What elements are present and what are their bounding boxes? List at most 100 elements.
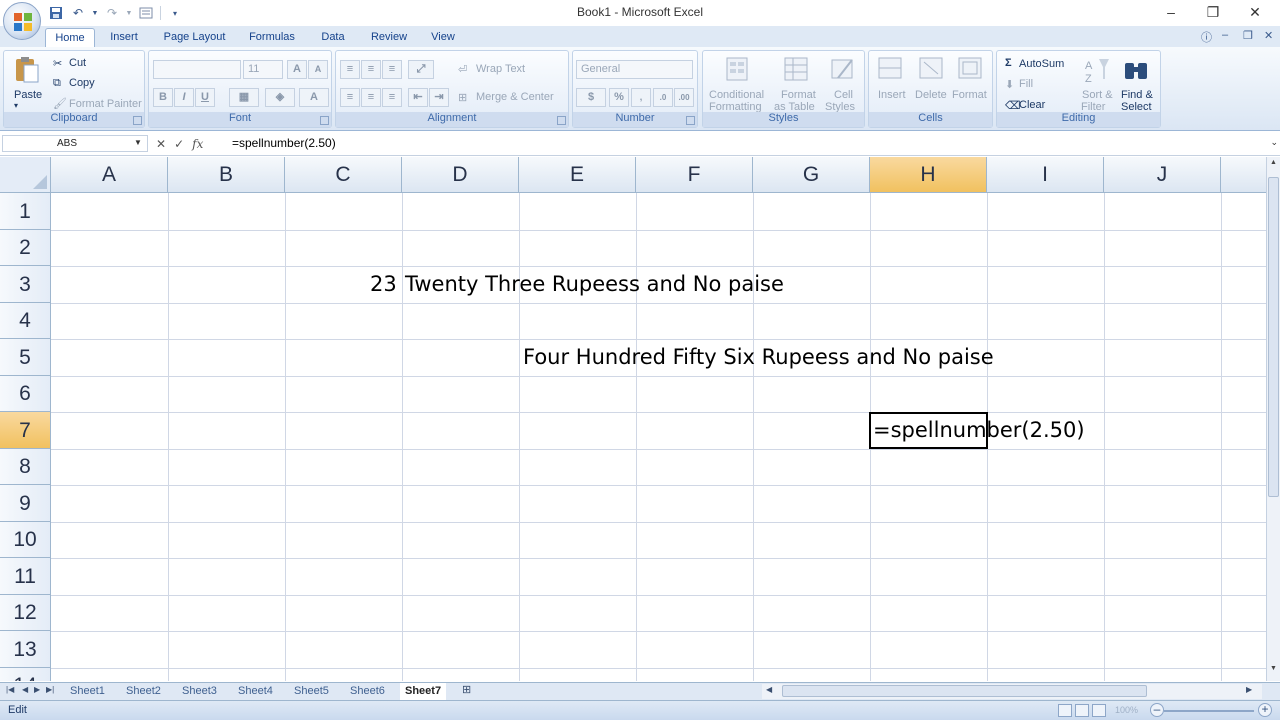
- row-header-13[interactable]: 13: [0, 631, 51, 668]
- column-header-i[interactable]: I: [987, 157, 1104, 193]
- tab-page-layout[interactable]: Page Layout: [157, 28, 232, 47]
- column-header-c[interactable]: C: [285, 157, 402, 193]
- tab-insert[interactable]: Insert: [101, 28, 147, 47]
- font-color-button[interactable]: A: [299, 88, 329, 107]
- sheet-tab-4[interactable]: Sheet4: [238, 683, 273, 700]
- formula-input[interactable]: =spellnumber(2.50): [232, 135, 1262, 152]
- name-box-dropdown-icon[interactable]: ▼: [134, 138, 142, 147]
- zoom-in-icon[interactable]: +: [1258, 703, 1272, 717]
- close-button[interactable]: ✕: [1234, 2, 1276, 22]
- grow-font-button[interactable]: A: [287, 60, 307, 79]
- increase-indent-button[interactable]: ⇥: [429, 88, 449, 107]
- expand-formula-bar-icon[interactable]: ⌄: [1270, 137, 1278, 148]
- row-header-9[interactable]: 9: [0, 485, 51, 522]
- zoom-slider[interactable]: [1164, 710, 1254, 712]
- column-header-j[interactable]: J: [1104, 157, 1221, 193]
- scroll-down-icon[interactable]: ▼: [1267, 665, 1280, 679]
- center-button[interactable]: ≡: [361, 88, 381, 107]
- tab-data[interactable]: Data: [312, 28, 354, 47]
- row-header-3[interactable]: 3: [0, 266, 51, 303]
- column-header-e[interactable]: E: [519, 157, 636, 193]
- vertical-scrollbar[interactable]: ▲ ▼: [1266, 157, 1280, 681]
- shrink-font-button[interactable]: A: [308, 60, 328, 79]
- row-header-10[interactable]: 10: [0, 522, 51, 558]
- underline-button[interactable]: U: [195, 88, 215, 107]
- worksheet-grid[interactable]: A B C D E F G H I J 1 2 3 4 5 6 7 8 9 10…: [0, 157, 1266, 681]
- row-header-1[interactable]: 1: [0, 193, 51, 230]
- number-launcher-icon[interactable]: [686, 116, 695, 125]
- decrease-indent-button[interactable]: ⇤: [408, 88, 428, 107]
- sheet-tab-5[interactable]: Sheet5: [294, 683, 329, 700]
- horizontal-scroll-thumb[interactable]: [782, 685, 1147, 697]
- next-sheet-icon[interactable]: ▶: [34, 685, 40, 694]
- column-header-g[interactable]: G: [753, 157, 870, 193]
- restore-button[interactable]: ❐: [1192, 2, 1234, 22]
- cell-e5[interactable]: Four Hundred Fifty Six Rupeess and No pa…: [523, 345, 994, 369]
- middle-align-button[interactable]: ≡: [361, 60, 381, 79]
- fill-color-button[interactable]: ◈: [265, 88, 295, 107]
- wrap-text-button[interactable]: Wrap Text: [476, 63, 525, 75]
- column-header-f[interactable]: F: [636, 157, 753, 193]
- minimize-ribbon-icon[interactable]: –: [1222, 29, 1228, 41]
- restore-workbook-icon[interactable]: ❐: [1243, 29, 1253, 42]
- decrease-decimal-button[interactable]: .00: [674, 88, 694, 107]
- italic-button[interactable]: I: [174, 88, 194, 107]
- borders-button[interactable]: ▦: [229, 88, 259, 107]
- number-format-combo[interactable]: General: [576, 60, 693, 79]
- accounting-format-button[interactable]: $: [576, 88, 606, 107]
- last-sheet-icon[interactable]: ▶|: [46, 685, 54, 694]
- column-header-k[interactable]: [1221, 157, 1266, 193]
- font-name-combo[interactable]: [153, 60, 241, 79]
- column-header-h[interactable]: H: [870, 157, 987, 193]
- column-header-a[interactable]: A: [51, 157, 168, 193]
- zoom-out-icon[interactable]: –: [1150, 703, 1164, 717]
- select-all-button[interactable]: [0, 157, 51, 193]
- merge-center-button[interactable]: Merge & Center: [476, 91, 554, 103]
- autosum-button[interactable]: AutoSum: [1019, 58, 1064, 70]
- copy-button[interactable]: Copy: [69, 77, 95, 89]
- office-button[interactable]: [3, 2, 41, 40]
- comma-style-button[interactable]: ,: [631, 88, 651, 107]
- minimize-button[interactable]: –: [1150, 2, 1192, 22]
- percent-button[interactable]: %: [609, 88, 629, 107]
- format-as-table-button[interactable]: Format: [781, 89, 816, 101]
- alignment-launcher-icon[interactable]: [557, 116, 566, 125]
- conditional-formatting-button[interactable]: Conditional: [709, 89, 764, 101]
- page-break-view-icon[interactable]: [1092, 704, 1106, 717]
- sheet-tab-6[interactable]: Sheet6: [350, 683, 385, 700]
- clipboard-launcher-icon[interactable]: [133, 116, 142, 125]
- top-align-button[interactable]: ≡: [340, 60, 360, 79]
- insert-sheet-icon[interactable]: ⊞: [462, 683, 471, 696]
- fill-button[interactable]: Fill: [1019, 78, 1033, 90]
- sheet-tab-1[interactable]: Sheet1: [70, 683, 105, 700]
- find-select-button[interactable]: Find &: [1121, 89, 1153, 101]
- insert-cells-button[interactable]: Insert: [878, 89, 906, 101]
- vertical-scroll-thumb[interactable]: [1268, 177, 1279, 497]
- tab-formulas[interactable]: Formulas: [242, 28, 302, 47]
- align-right-button[interactable]: ≡: [382, 88, 402, 107]
- align-left-button[interactable]: ≡: [340, 88, 360, 107]
- column-header-b[interactable]: B: [168, 157, 285, 193]
- clear-button[interactable]: Clear: [1019, 99, 1045, 111]
- sheet-tab-7[interactable]: Sheet7: [400, 683, 447, 700]
- bottom-align-button[interactable]: ≡: [382, 60, 402, 79]
- scroll-left-icon[interactable]: ◀: [766, 685, 772, 694]
- first-sheet-icon[interactable]: |◀: [6, 685, 14, 694]
- page-layout-view-icon[interactable]: [1075, 704, 1089, 717]
- tab-view[interactable]: View: [422, 28, 464, 47]
- tab-home[interactable]: Home: [45, 28, 95, 47]
- row-header-5[interactable]: 5: [0, 339, 51, 376]
- font-launcher-icon[interactable]: [320, 116, 329, 125]
- zoom-level[interactable]: 100%: [1115, 705, 1138, 715]
- enter-icon[interactable]: ✓: [174, 137, 184, 151]
- paste-button[interactable]: Paste: [14, 89, 42, 101]
- cell-h7-editing[interactable]: =spellnumber(2.50): [873, 418, 1085, 442]
- cancel-icon[interactable]: ✕: [156, 137, 166, 151]
- format-cells-button[interactable]: Format: [952, 89, 987, 101]
- column-header-d[interactable]: D: [402, 157, 519, 193]
- font-size-combo[interactable]: 11: [243, 60, 283, 79]
- prev-sheet-icon[interactable]: ◀: [22, 685, 28, 694]
- row-header-2[interactable]: 2: [0, 230, 51, 266]
- row-header-11[interactable]: 11: [0, 558, 51, 595]
- normal-view-icon[interactable]: [1058, 704, 1072, 717]
